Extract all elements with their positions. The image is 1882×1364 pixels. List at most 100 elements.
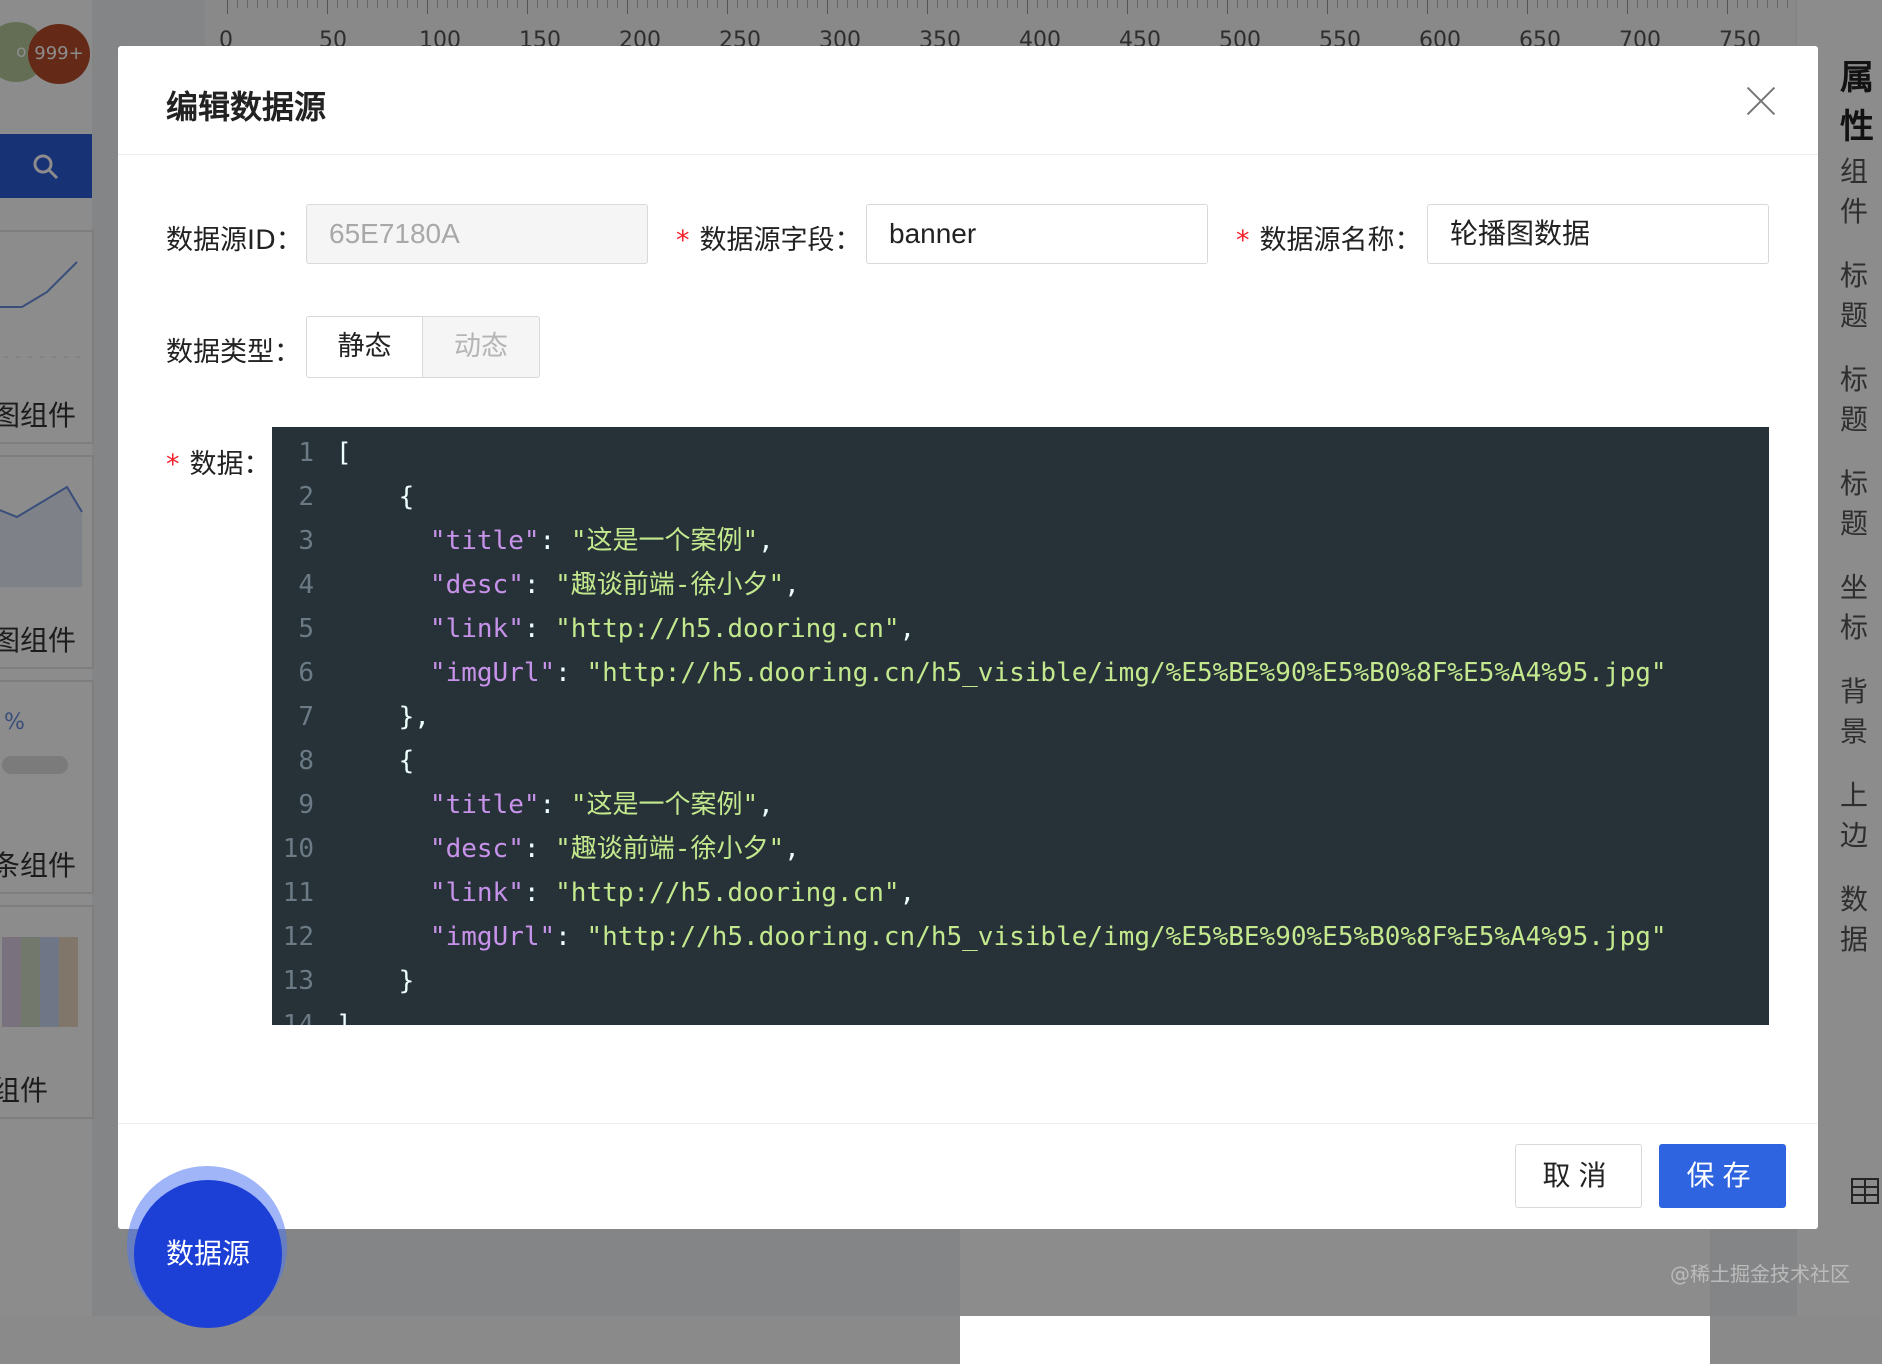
cancel-button[interactable]: 取消	[1515, 1144, 1642, 1208]
datasource-name-label: * 数据源名称：	[1236, 218, 1422, 257]
json-punctuation: :	[523, 614, 556, 644]
datasource-field-label-text: 数据源字段：	[699, 225, 862, 256]
code-line: 7 },	[272, 695, 430, 739]
data-label: * 数据：	[166, 442, 271, 481]
modal-footer: 取消 保存	[118, 1123, 1818, 1229]
code-line: 11 "link": "http://h5.dooring.cn",	[272, 871, 916, 915]
line-number: 7	[298, 702, 314, 732]
data-type-label: 数据类型：	[166, 337, 301, 368]
json-punctuation: ,	[758, 790, 774, 820]
json-string: "趣谈前端-徐小夕"	[555, 570, 785, 600]
code-line: 10 "desc": "趣谈前端-徐小夕",	[272, 827, 800, 871]
json-key: "desc"	[429, 834, 524, 864]
json-key: "title"	[429, 790, 540, 820]
line-number: 8	[298, 746, 314, 776]
data-type-static-option[interactable]: 静态	[306, 316, 423, 378]
json-punctuation: :	[523, 570, 556, 600]
datasource-id-label: 数据源ID：	[166, 225, 303, 256]
line-number: 5	[298, 614, 314, 644]
json-punctuation: {	[398, 746, 415, 776]
json-key: "link"	[429, 614, 524, 644]
datasource-field-input[interactable]: banner	[866, 204, 1208, 264]
json-punctuation: :	[555, 658, 587, 688]
json-key: "title"	[429, 526, 540, 556]
line-number: 13	[282, 966, 314, 996]
code-line: 12 "imgUrl": "http://h5.dooring.cn/h5_vi…	[272, 915, 1667, 959]
json-string: "http://h5.dooring.cn/h5_visible/img/%E5…	[586, 658, 1667, 688]
json-punctuation: :	[523, 878, 556, 908]
json-punctuation: :	[555, 922, 587, 952]
datasource-field-label: * 数据源字段：	[676, 218, 862, 257]
json-punctuation: ,	[784, 570, 800, 600]
edit-datasource-modal: 编辑数据源 数据源ID： 65E7180A * 数据源字段： banner * 数据…	[118, 46, 1818, 1229]
json-punctuation: },	[398, 702, 430, 732]
required-mark: *	[166, 449, 180, 480]
code-line: 4 "desc": "趣谈前端-徐小夕",	[272, 563, 800, 607]
datasource-fab-button[interactable]: 数据源	[134, 1180, 282, 1328]
json-key: "link"	[429, 878, 524, 908]
datasource-name-input[interactable]: 轮播图数据	[1427, 204, 1769, 264]
json-punctuation: ]	[336, 1010, 352, 1025]
code-line: 14]	[272, 1003, 352, 1025]
code-line: 2 {	[272, 475, 414, 519]
json-punctuation: ,	[784, 834, 800, 864]
modal-title: 编辑数据源	[166, 88, 327, 126]
json-key: "desc"	[429, 570, 524, 600]
json-key: "imgUrl"	[429, 922, 556, 952]
json-punctuation: }	[398, 966, 415, 996]
watermark: @稀土掘金技术社区	[1670, 1262, 1850, 1286]
datasource-name-label-text: 数据源名称：	[1259, 225, 1422, 256]
json-string: "http://h5.dooring.cn/h5_visible/img/%E5…	[586, 922, 1667, 952]
code-line: 6 "imgUrl": "http://h5.dooring.cn/h5_vis…	[272, 651, 1667, 695]
json-string: "http://h5.dooring.cn"	[555, 614, 900, 644]
data-type-dynamic-option[interactable]: 动态	[423, 316, 540, 378]
json-string: "趣谈前端-徐小夕"	[555, 834, 785, 864]
line-number: 12	[282, 922, 314, 952]
save-button[interactable]: 保存	[1659, 1144, 1786, 1208]
line-number: 11	[282, 878, 314, 908]
code-line: 13 }	[272, 959, 415, 1003]
line-number: 2	[298, 482, 314, 512]
json-punctuation: ,	[899, 614, 916, 644]
code-line: 1[	[272, 431, 352, 475]
line-number: 3	[298, 526, 314, 556]
code-line: 5 "link": "http://h5.dooring.cn",	[272, 607, 915, 651]
json-punctuation: :	[539, 526, 571, 556]
code-line: 3 "title": "这是一个案例",	[272, 519, 774, 563]
json-punctuation: [	[336, 438, 352, 468]
json-punctuation: :	[523, 834, 556, 864]
code-line: 9 "title": "这是一个案例",	[272, 783, 774, 827]
required-mark: *	[676, 225, 690, 256]
modal-header: 编辑数据源	[118, 46, 1818, 155]
close-icon[interactable]	[1744, 84, 1778, 118]
data-type-radio-group: 静态 动态	[306, 316, 540, 378]
datasource-id-input[interactable]: 65E7180A	[306, 204, 648, 264]
json-code-editor[interactable]: 1[2 {3 "title": "这是一个案例", 4 "desc": "趣谈前端…	[272, 427, 1769, 1025]
required-mark: *	[1236, 225, 1250, 256]
line-number: 1	[298, 438, 314, 468]
json-string: "这是一个案例"	[570, 526, 759, 556]
json-string: "http://h5.dooring.cn"	[555, 878, 900, 908]
json-string: "这是一个案例"	[570, 790, 759, 820]
line-number: 14	[282, 1010, 314, 1025]
json-punctuation: ,	[899, 878, 916, 908]
json-punctuation: :	[539, 790, 571, 820]
code-line: 8 {	[272, 739, 414, 783]
json-key: "imgUrl"	[429, 658, 556, 688]
json-punctuation: ,	[758, 526, 774, 556]
line-number: 6	[298, 658, 314, 688]
line-number: 4	[298, 570, 314, 600]
json-punctuation: {	[398, 482, 415, 512]
data-label-text: 数据：	[189, 449, 271, 480]
